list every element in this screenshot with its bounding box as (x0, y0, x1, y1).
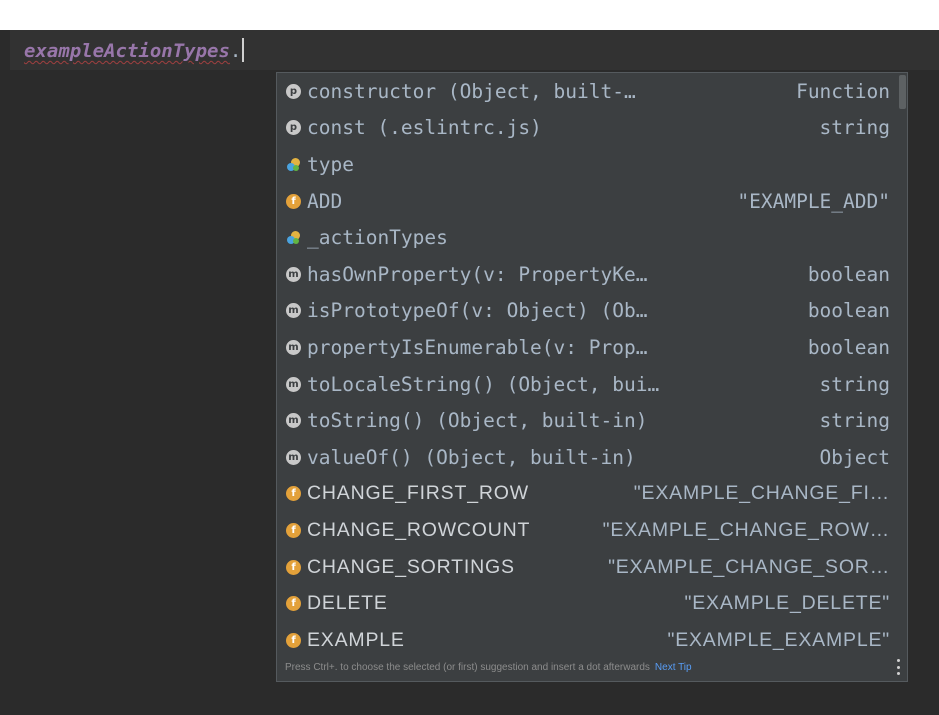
completion-item-type: Object (819, 445, 890, 469)
completion-item-name: isPrototypeOf(v: Object) (Ob… (307, 299, 648, 323)
method-icon: m (286, 376, 301, 392)
completion-item[interactable]: p constructor (Object, built-… Function (277, 73, 899, 110)
completion-item-name: CHANGE_SORTINGS (307, 555, 515, 578)
completion-item[interactable]: p const (.eslintrc.js) string (277, 110, 899, 147)
field-icon: f (286, 522, 301, 538)
completion-item-name: CHANGE_ROWCOUNT (307, 518, 531, 541)
title-strip (0, 0, 939, 30)
completion-item-name: type (307, 152, 354, 176)
field-icon: f (286, 193, 301, 209)
property-icon: p (286, 120, 301, 136)
completion-item[interactable]: f CHANGE_ROWCOUNT "EXAMPLE_CHANGE_ROW… (277, 512, 899, 549)
completion-item-type: boolean (807, 262, 890, 286)
completion-item[interactable]: m propertyIsEnumerable(v: Prop… boolean (277, 329, 899, 366)
scrollbar-thumb[interactable] (899, 75, 906, 109)
method-icon: m (286, 266, 301, 282)
completion-item-type: boolean (807, 335, 890, 359)
completion-item[interactable]: m toString() (Object, built-in) string (277, 402, 899, 439)
code-line[interactable]: exampleActionTypes. (24, 37, 245, 65)
completion-item[interactable]: m isPrototypeOf(v: Object) (Ob… boolean (277, 293, 899, 330)
completion-item-name: EXAMPLE (307, 628, 405, 651)
field-icon: f (286, 596, 301, 612)
completion-scrollbar[interactable] (897, 73, 907, 653)
member-access-dot: . (229, 40, 242, 62)
completion-item-name: _actionTypes (307, 226, 448, 250)
method-icon: m (286, 339, 301, 355)
completion-item-name: toString() (Object, built-in) (307, 409, 648, 433)
variable-icon (286, 230, 301, 245)
completion-item-type: "EXAMPLE_DELETE" (684, 592, 890, 615)
completion-item-name: hasOwnProperty(v: PropertyKe… (307, 262, 648, 286)
completion-item-name: const (.eslintrc.js) (307, 116, 542, 140)
field-icon: f (286, 486, 301, 502)
completion-item[interactable]: type (277, 146, 899, 183)
completion-item-name: propertyIsEnumerable(v: Prop… (307, 335, 648, 359)
field-icon: f (286, 559, 301, 575)
identifier-example-action-types[interactable]: exampleActionTypes (24, 40, 230, 62)
variable-icon (286, 157, 301, 172)
method-icon: m (286, 303, 301, 319)
completion-item-type: "EXAMPLE_CHANGE_SOR… (608, 555, 890, 578)
method-icon: m (286, 449, 301, 465)
completion-item[interactable]: _actionTypes (277, 219, 899, 256)
completion-item[interactable]: m toLocaleString() (Object, bui… string (277, 366, 899, 403)
footer-hint: Press Ctrl+. to choose the selected (or … (285, 661, 650, 673)
completion-item-type: string (819, 116, 890, 140)
completion-item-name: CHANGE_FIRST_ROW (307, 482, 529, 505)
completion-item-type: boolean (807, 299, 890, 323)
completion-item[interactable]: f CHANGE_FIRST_ROW "EXAMPLE_CHANGE_FI… (277, 476, 899, 513)
completion-item[interactable]: m valueOf() (Object, built-in) Object (277, 439, 899, 476)
completion-item-name: DELETE (307, 592, 388, 615)
completion-popup[interactable]: p constructor (Object, built-… Function p co… (276, 72, 908, 682)
completion-list[interactable]: p constructor (Object, built-… Function p co… (277, 73, 899, 659)
completion-footer: Press Ctrl+. to choose the selected (or … (277, 653, 907, 681)
completion-item-type: "EXAMPLE_ADD" (737, 189, 890, 213)
method-icon: m (286, 413, 301, 429)
property-icon: p (286, 83, 301, 99)
completion-item-type: "EXAMPLE_CHANGE_FI… (633, 482, 890, 505)
next-tip-link[interactable]: Next Tip (655, 662, 692, 673)
completion-item-name: ADD (307, 189, 343, 213)
completion-item-type: string (819, 372, 890, 396)
completion-item-type: "EXAMPLE_CHANGE_ROW… (602, 518, 890, 541)
completion-item[interactable]: f DELETE "EXAMPLE_DELETE" (277, 585, 899, 622)
completion-item-name: toLocaleString() (Object, bui… (307, 372, 660, 396)
text-caret (242, 38, 245, 62)
completion-item[interactable]: m hasOwnProperty(v: PropertyKe… boolean (277, 256, 899, 293)
more-options-icon[interactable] (896, 659, 900, 675)
completion-item[interactable]: f CHANGE_SORTINGS "EXAMPLE_CHANGE_SOR… (277, 549, 899, 586)
field-icon: f (286, 632, 301, 648)
completion-item-type: Function (796, 79, 890, 103)
completion-item-type: string (819, 409, 890, 433)
completion-item[interactable]: f ADD "EXAMPLE_ADD" (277, 183, 899, 220)
completion-item-name: valueOf() (Object, built-in) (307, 445, 636, 469)
completion-item-name: constructor (Object, built-… (307, 79, 636, 103)
completion-item-type: "EXAMPLE_EXAMPLE" (667, 628, 890, 651)
